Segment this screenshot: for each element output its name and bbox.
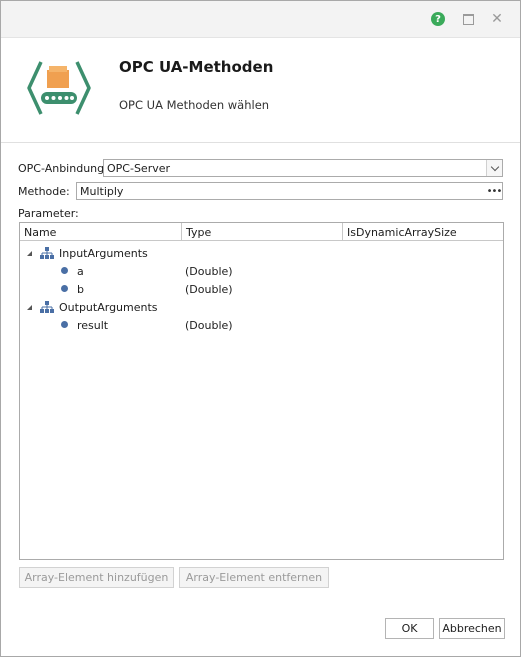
connection-select[interactable]: OPC-Server [103,159,503,177]
tree-row-name: InputArguments [59,247,148,260]
column-header-name[interactable]: Name [20,223,182,241]
method-field[interactable]: Multiply ••• [76,182,503,200]
maximize-icon [462,13,474,25]
tree-row-type: (Double) [185,319,233,332]
parameter-dot-icon [61,321,68,328]
expand-collapse-icon[interactable] [27,251,32,256]
dialog-window: ? ✕ OPC UA-Methoden OPC UA Methoden wähl… [0,0,521,657]
method-value: Multiply [80,185,124,198]
add-array-element-button[interactable]: Array-Element hinzufügen [19,567,174,588]
parameter-dot-icon [61,267,68,274]
remove-array-element-button[interactable]: Array-Element entfernen [179,567,329,588]
tree-row-name: OutputArguments [59,301,158,314]
ellipsis-icon: ••• [486,185,503,197]
expand-collapse-icon[interactable] [27,305,32,310]
close-button[interactable]: ✕ [488,10,506,28]
dialog-title: OPC UA-Methoden [119,58,274,76]
tree-row-type: (Double) [185,265,233,278]
help-icon: ? [431,12,445,26]
column-header-isdynamicarraysize[interactable]: IsDynamicArraySize [343,223,503,241]
connection-dropdown-button[interactable] [486,160,502,176]
tree-row-outputarguments[interactable]: OutputArguments [20,298,503,316]
tree-row-a[interactable]: a (Double) [20,262,503,280]
tree-row-result[interactable]: result (Double) [20,316,503,334]
connection-value: OPC-Server [107,162,171,175]
hierarchy-icon [40,247,54,259]
tree-row-b[interactable]: b (Double) [20,280,503,298]
parameter-dot-icon [61,285,68,292]
tree-row-type: (Double) [185,283,233,296]
method-label: Methode: [18,185,70,198]
browse-method-button[interactable]: ••• [486,183,503,199]
close-icon: ✕ [491,11,503,27]
tree-row-name: result [77,319,109,332]
chevron-down-icon [490,162,499,171]
parameter-label: Parameter: [18,207,79,220]
column-header-type[interactable]: Type [182,223,343,241]
tree-row-inputarguments[interactable]: InputArguments [20,244,503,262]
dialog-header: OPC UA-Methoden OPC UA Methoden wählen [1,38,520,143]
tree-row-name: a [77,265,84,278]
cancel-button[interactable]: Abbrechen [439,618,505,639]
help-button[interactable]: ? [429,10,447,28]
ok-button[interactable]: OK [385,618,434,639]
conveyor-logo-icon [27,61,91,115]
connection-label: OPC-Anbindung: [18,162,108,175]
parameter-tree-grid[interactable]: Name Type IsDynamicArraySize InputArgume… [19,222,504,560]
tree-row-name: b [77,283,84,296]
title-bar: ? ✕ [1,1,520,38]
dialog-subtitle: OPC UA Methoden wählen [119,98,270,112]
maximize-button[interactable] [459,10,477,28]
hierarchy-icon [40,301,54,313]
